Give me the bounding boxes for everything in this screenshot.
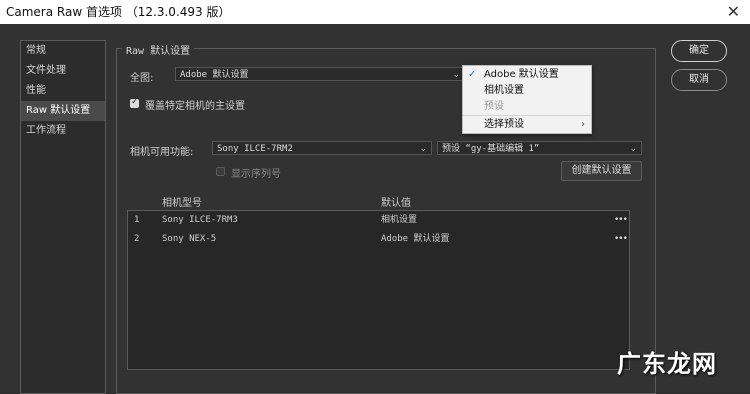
sidebar-item-general[interactable]: 常规 xyxy=(21,41,105,61)
preset-select[interactable]: 预设 “gy-基础编辑 1” ⌄ xyxy=(437,141,642,155)
sidebar: 常规 文件处理 性能 Raw 默认设置 工作流程 xyxy=(20,40,106,394)
more-options-icon[interactable]: ••• xyxy=(614,230,628,249)
global-label: 全图: xyxy=(130,73,154,84)
ok-button[interactable]: 确定 xyxy=(671,40,727,62)
menu-item-label: Adobe 默认设置 xyxy=(484,69,559,80)
window-title: Camera Raw 首选项 （12.3.0.493 版） xyxy=(6,5,231,19)
chevron-down-icon: ⌄ xyxy=(419,144,427,154)
table-row[interactable]: 1 Sony ILCE-7RM3 相机设置 ••• xyxy=(128,211,629,230)
sidebar-item-workflow[interactable]: 工作流程 xyxy=(21,121,105,141)
override-camera-checkbox[interactable] xyxy=(130,97,139,108)
show-serial-checkbox[interactable] xyxy=(216,167,225,176)
create-default-button[interactable]: 创建默认设置 xyxy=(561,161,642,181)
row-default: Adobe 默认设置 xyxy=(381,234,450,244)
menu-item-label: 预设 xyxy=(484,101,504,112)
more-options-icon[interactable]: ••• xyxy=(614,211,628,230)
sidebar-item-performance[interactable]: 性能 xyxy=(21,81,105,101)
preferences-dialog: 常规 文件处理 性能 Raw 默认设置 工作流程 Raw 默认设置 全图: Ad… xyxy=(0,24,750,394)
menu-item-preset: 预设 xyxy=(463,98,591,115)
global-default-select[interactable]: Adobe 默认设置 ⌄ xyxy=(175,67,465,81)
cancel-button[interactable]: 取消 xyxy=(671,69,727,91)
row-model: Sony NEX-5 xyxy=(162,234,217,244)
chevron-down-icon: ⌄ xyxy=(629,144,637,154)
column-header-default: 默认值 xyxy=(381,198,411,209)
watermark-text: 广东龙网 xyxy=(617,350,717,378)
preset-value: 预设 “gy-基础编辑 1” xyxy=(442,144,540,154)
global-default-value: Adobe 默认设置 xyxy=(180,70,249,80)
sidebar-item-file-handling[interactable]: 文件处理 xyxy=(21,61,105,81)
camera-value: Sony ILCE-7RM2 xyxy=(217,144,293,154)
override-camera-label: 覆盖特定相机的主设置 xyxy=(145,101,245,112)
row-index: 2 xyxy=(134,234,140,244)
checkmark-icon: ✓ xyxy=(468,69,477,80)
sidebar-item-raw-defaults[interactable]: Raw 默认设置 xyxy=(21,101,105,121)
menu-item-label: 相机设置 xyxy=(484,85,524,96)
window-titlebar: Camera Raw 首选项 （12.3.0.493 版） ✕ xyxy=(0,0,750,24)
menu-item-camera-settings[interactable]: 相机设置 xyxy=(463,82,591,99)
column-header-model: 相机型号 xyxy=(162,198,202,209)
menu-item-label: 选择预设 xyxy=(484,119,524,130)
global-default-dropdown-menu: ✓ Adobe 默认设置 相机设置 预设 选择预设 › xyxy=(462,65,592,134)
menu-item-choose-preset[interactable]: 选择预设 › xyxy=(463,115,591,132)
menu-item-adobe-default[interactable]: ✓ Adobe 默认设置 xyxy=(463,66,591,83)
table-row[interactable]: 2 Sony NEX-5 Adobe 默认设置 ••• xyxy=(128,230,629,249)
row-model: Sony ILCE-7RM3 xyxy=(162,215,238,225)
row-index: 1 xyxy=(134,215,140,225)
camera-label: 相机可用功能: xyxy=(130,147,194,158)
chevron-right-icon: › xyxy=(581,119,585,130)
group-title: Raw 默认设置 xyxy=(122,42,195,57)
camera-defaults-table: 1 Sony ILCE-7RM3 相机设置 ••• 2 Sony NEX-5 A… xyxy=(127,210,630,370)
camera-select[interactable]: Sony ILCE-7RM2 ⌄ xyxy=(212,141,432,155)
show-serial-label: 显示序列号 xyxy=(231,169,281,180)
row-default: 相机设置 xyxy=(381,215,418,225)
close-icon[interactable]: ✕ xyxy=(727,0,740,24)
chevron-down-icon: ⌄ xyxy=(452,70,460,80)
